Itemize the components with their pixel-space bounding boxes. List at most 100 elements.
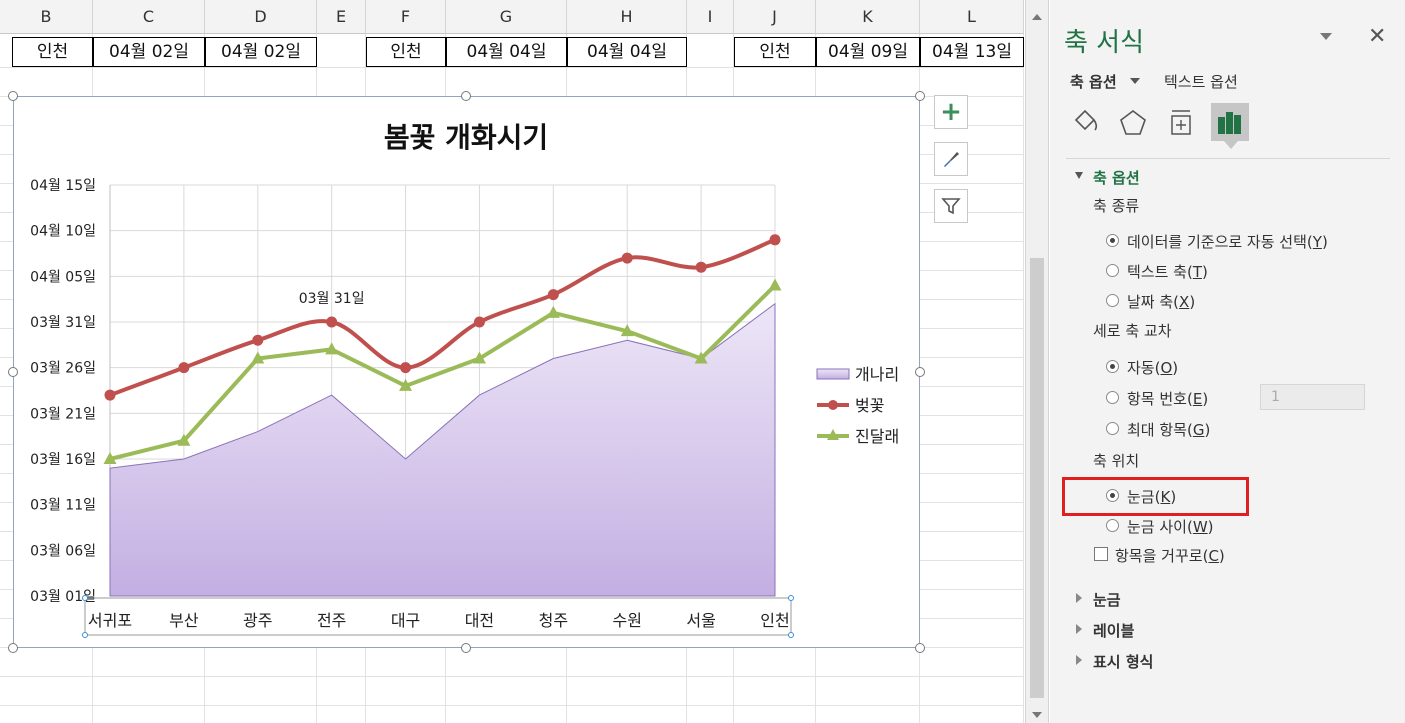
x-tick-label: 대구 [391,611,420,630]
column-header-b[interactable]: B [0,0,93,34]
chart-title[interactable]: 봄꽃 개화시기 [384,121,548,154]
series-marker[interactable] [769,234,781,246]
radio-axis_type-2[interactable] [1106,294,1119,307]
cell-b[interactable]: 인천 [12,37,93,67]
radio-axis_position-1[interactable] [1106,519,1119,532]
resize-handle[interactable] [461,91,471,101]
resize-handle[interactable] [915,643,925,653]
legend-label[interactable]: 진달래 [855,427,899,446]
column-header-d[interactable]: D [205,0,317,34]
series-marker[interactable] [695,261,707,273]
data-label[interactable]: 03월 31일 [299,291,365,307]
collapse-triangle-icon[interactable] [1075,172,1083,179]
radio-label[interactable]: 텍스트 축(T) [1127,261,1208,282]
radio-vertical_cross-2[interactable] [1106,422,1119,435]
column-header-f[interactable]: F [366,0,446,34]
expand-triangle-icon[interactable] [1076,624,1082,634]
section-axis-options[interactable]: 축 옵션 [1093,167,1140,188]
expand-triangle-icon[interactable] [1076,655,1082,665]
cell-l[interactable]: 04월 13일 [920,37,1024,67]
series-marker[interactable] [621,252,633,264]
cell-e[interactable] [317,37,366,67]
column-header-i[interactable]: I [687,0,734,34]
column-header-h[interactable]: H [567,0,687,34]
tab-text-options[interactable]: 텍스트 옵션 [1164,71,1238,92]
vertical-scrollbar[interactable] [1025,0,1049,723]
column-header-c[interactable]: C [93,0,205,34]
cell-c[interactable]: 04월 02일 [93,37,205,67]
cell-f[interactable]: 인천 [366,37,446,67]
series-marker[interactable] [768,278,782,291]
highlight-box [1062,477,1249,516]
radio-label[interactable]: 최대 항목(G) [1127,419,1210,440]
series-marker[interactable] [547,289,559,301]
axis-options-tab[interactable] [1211,103,1249,141]
chart-object[interactable]: 봄꽃 개화시기 03월 31일 04월 15일 04월 10일 04월 05일 03월… [13,96,920,648]
legend-label[interactable]: 벚꽃 [855,396,884,415]
radio-axis_type-0[interactable] [1106,234,1119,247]
chart-styles-button[interactable] [934,142,968,176]
close-icon[interactable]: ✕ [1368,24,1386,49]
series-marker[interactable] [104,389,116,401]
tab-axis-options[interactable]: 축 옵션 [1070,71,1117,92]
collapsed-section-2[interactable]: 표시 형식 [1093,651,1153,672]
column-header-l[interactable]: L [920,0,1024,34]
radio-label[interactable]: 데이터를 기준으로 자동 선택(Y) [1127,231,1328,252]
legend-swatch-area [816,368,850,380]
scroll-down-arrow[interactable] [1032,712,1042,718]
column-header-e[interactable]: E [317,0,366,34]
series-marker[interactable] [400,362,412,374]
resize-handle[interactable] [915,367,925,377]
cell-d[interactable]: 04월 02일 [205,37,317,67]
worksheet-area[interactable]: BCDEFGHIJKL 인천 04월 02일 04월 02일 인천 04월 04일 04월… [0,0,1024,723]
axis-selection-handle[interactable] [788,595,794,601]
y-tick-label: 03월 21일 [30,406,96,422]
scroll-thumb[interactable] [1030,258,1044,698]
radio-vertical_cross-1[interactable] [1106,391,1119,404]
resize-handle[interactable] [8,91,18,101]
expand-triangle-icon[interactable] [1076,593,1082,603]
collapsed-section-1[interactable]: 레이블 [1093,620,1134,641]
reverse-checkbox-label[interactable]: 항목을 거꾸로(C) [1115,545,1225,566]
format-axis-pane: 축 서식 ✕ 축 옵션 텍스트 옵션 축 옵션 축 종류 데이터를 기준으로 자… [1050,0,1405,723]
cell-k[interactable]: 04월 09일 [816,37,920,67]
chevron-down-icon[interactable] [1320,33,1332,40]
reverse-checkbox[interactable] [1094,547,1108,561]
column-header-k[interactable]: K [816,0,920,34]
axis-selection-handle[interactable] [82,595,88,601]
radio-label[interactable]: 자동(O) [1127,357,1178,378]
fill-line-tab[interactable] [1068,106,1102,140]
radio-label[interactable]: 항목 번호(E) [1127,388,1208,409]
line-chart[interactable]: 봄꽃 개화시기 03월 31일 04월 15일 04월 10일 04월 05일 03월… [14,97,919,647]
cell-g[interactable]: 04월 04일 [446,37,567,67]
radio-vertical_cross-0[interactable] [1106,360,1119,373]
size-properties-tab[interactable] [1164,106,1198,140]
collapsed-section-0[interactable]: 눈금 [1093,589,1121,610]
effects-tab[interactable] [1116,106,1150,140]
column-header-g[interactable]: G [446,0,567,34]
radio-label[interactable]: 날짜 축(X) [1127,291,1195,312]
legend-label[interactable]: 개나리 [855,365,899,384]
resize-handle[interactable] [461,643,471,653]
series-marker[interactable] [178,362,190,374]
scroll-up-arrow[interactable] [1032,14,1042,20]
cell-i[interactable] [687,37,734,67]
axis-selection-handle[interactable] [788,632,794,638]
radio-axis_type-1[interactable] [1106,264,1119,277]
series-marker[interactable] [252,334,264,346]
radio-label[interactable]: 눈금 사이(W) [1127,516,1214,537]
tab-dropdown-icon[interactable] [1130,78,1140,84]
chart-filters-button[interactable] [934,189,968,223]
resize-handle[interactable] [915,91,925,101]
series-marker[interactable] [473,316,485,328]
axis-selection-handle[interactable] [82,632,88,638]
item-number-field[interactable]: 1 [1260,384,1365,410]
cell-h[interactable]: 04월 04일 [567,37,687,67]
column-header-j[interactable]: J [734,0,816,34]
series-marker[interactable] [546,305,560,318]
cell-j[interactable]: 인천 [734,37,816,67]
resize-handle[interactable] [8,367,18,377]
resize-handle[interactable] [8,643,18,653]
chart-elements-button[interactable]: + [934,95,968,129]
series-marker[interactable] [326,316,338,328]
